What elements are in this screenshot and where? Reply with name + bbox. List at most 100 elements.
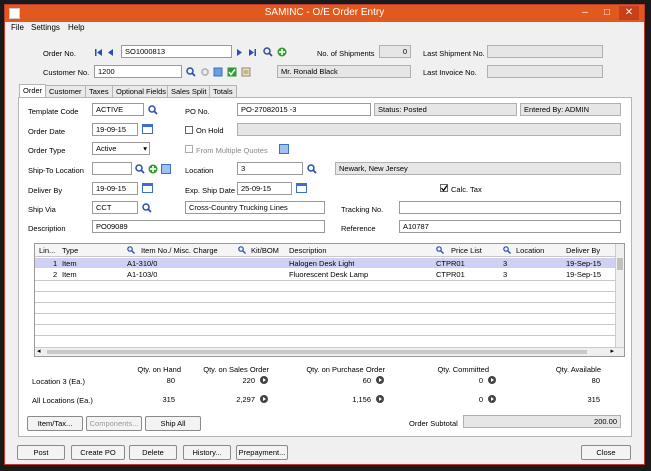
order-date-input[interactable]: 19-09-15 — [92, 123, 138, 136]
column-header-location[interactable]: Location — [516, 246, 544, 255]
ship-via-finder-icon[interactable] — [142, 203, 152, 213]
template-code-input[interactable]: ACTIVE — [92, 103, 144, 116]
qty-on-so-header: Qty. on Sales Order — [203, 365, 269, 374]
column-header-description[interactable]: Description — [289, 246, 327, 255]
close-button[interactable]: Close — [581, 445, 631, 460]
template-code-label: Template Code — [28, 107, 79, 116]
drilldown-icon[interactable] — [488, 395, 496, 403]
customer-no-input[interactable]: 1200 — [94, 65, 182, 78]
order-detail-grid[interactable]: Lin... Type Item No./ Misc. Charge Kit/B… — [34, 243, 625, 357]
new-order-icon[interactable] — [277, 47, 287, 57]
table-row[interactable]: 1 Item A1-310/0 Halogen Desk Light CTPR0… — [35, 258, 616, 268]
ship-to-input[interactable] — [92, 162, 132, 175]
menu-bar: File Settings Help — [5, 22, 644, 35]
calendar-icon[interactable] — [142, 183, 153, 193]
search-icon[interactable] — [503, 246, 511, 254]
drilldown-icon[interactable] — [260, 376, 268, 384]
on-hold-checkbox[interactable] — [185, 126, 193, 134]
components-button[interactable]: Components... — [86, 416, 142, 431]
previous-record-icon[interactable] — [106, 48, 115, 57]
scroll-thumb[interactable] — [47, 350, 587, 354]
tab-totals[interactable]: Totals — [209, 85, 237, 97]
exp-ship-input[interactable]: 25-09-15 — [237, 182, 292, 195]
shipments-label: No. of Shipments — [317, 49, 375, 58]
column-header-item-no[interactable]: Item No./ Misc. Charge — [141, 246, 218, 255]
post-button[interactable]: Post — [17, 445, 65, 460]
search-icon[interactable] — [127, 246, 135, 254]
tab-customer[interactable]: Customer — [45, 85, 86, 97]
location-finder-icon[interactable] — [307, 164, 317, 174]
create-po-button[interactable]: Create PO — [71, 445, 125, 460]
search-icon[interactable] — [436, 246, 444, 254]
qty-committed-header: Qty. Committed — [437, 365, 489, 374]
po-no-input[interactable]: PO-27082015 -3 — [237, 103, 371, 116]
add-ship-to-icon[interactable] — [148, 164, 158, 174]
tab-sales-split[interactable]: Sales Split — [167, 85, 211, 97]
ship-via-input[interactable]: CCT — [92, 201, 138, 214]
calc-tax-checkbox[interactable] — [440, 184, 448, 192]
row-divider — [35, 291, 616, 292]
menu-help[interactable]: Help — [68, 23, 84, 32]
order-no-input[interactable]: SO1000813 — [121, 45, 232, 58]
location-label: Location — [185, 166, 214, 175]
order-type-select[interactable]: Active ▾ — [92, 142, 150, 155]
ship-via-description[interactable]: Cross-Country Trucking Lines — [185, 201, 325, 214]
next-record-icon[interactable] — [235, 48, 244, 57]
tab-order[interactable]: Order — [19, 84, 47, 98]
customer-zoom-icon[interactable] — [200, 67, 210, 77]
calendar-icon[interactable] — [296, 183, 307, 193]
ship-to-finder-icon[interactable] — [135, 164, 145, 174]
scroll-left-icon[interactable]: ◂ — [37, 347, 41, 355]
window-title: SAMINC - O/E Order Entry — [264, 7, 385, 18]
location-input[interactable]: 3 — [237, 162, 303, 175]
close-window-button[interactable]: ✕ — [619, 6, 639, 20]
quotes-detail-icon[interactable] — [279, 144, 289, 154]
customer-notes-icon[interactable] — [241, 67, 251, 77]
maximize-button[interactable]: □ — [597, 6, 617, 20]
column-header-line[interactable]: Lin... — [39, 246, 55, 255]
description-label: Description — [28, 224, 66, 233]
row-divider — [35, 280, 616, 281]
column-header-deliver-by[interactable]: Deliver By — [566, 246, 600, 255]
column-header-kit-bom[interactable]: Kit/BOM — [251, 246, 279, 255]
search-icon[interactable] — [263, 47, 273, 57]
minimize-button[interactable]: – — [575, 6, 595, 20]
last-record-icon[interactable] — [248, 48, 257, 57]
scroll-thumb[interactable] — [617, 258, 623, 270]
grid-horizontal-scrollbar[interactable]: ◂ ▸ — [35, 347, 624, 356]
customer-finder-icon[interactable] — [186, 67, 196, 77]
description-input[interactable]: PO09089 — [92, 220, 325, 233]
delete-button[interactable]: Delete — [129, 445, 177, 460]
column-header-type[interactable]: Type — [62, 246, 78, 255]
from-quotes-checkbox[interactable] — [185, 145, 193, 153]
tab-taxes[interactable]: Taxes — [85, 85, 113, 97]
template-finder-icon[interactable] — [148, 105, 158, 115]
all-on-hand: 315 — [162, 395, 175, 404]
drilldown-icon[interactable] — [260, 395, 268, 403]
calendar-icon[interactable] — [142, 124, 153, 134]
drilldown-icon[interactable] — [376, 376, 384, 384]
scroll-right-icon[interactable]: ▸ — [610, 347, 614, 355]
reference-input[interactable]: A10787 — [399, 220, 621, 233]
row-item-no: A1-310/0 — [127, 259, 158, 268]
grid-vertical-scrollbar[interactable] — [615, 244, 624, 348]
ship-all-button[interactable]: Ship All — [145, 416, 201, 431]
drilldown-icon[interactable] — [376, 395, 384, 403]
check-credit-icon[interactable] — [227, 67, 237, 77]
ship-to-detail-icon[interactable] — [161, 164, 171, 174]
menu-settings[interactable]: Settings — [31, 23, 60, 32]
table-row[interactable]: 2 Item A1-103/0 Fluorescent Desk Lamp CT… — [35, 269, 616, 279]
history-button[interactable]: History... — [183, 445, 231, 460]
tracking-input[interactable] — [399, 201, 621, 214]
column-header-price-list[interactable]: Price List — [451, 246, 482, 255]
first-record-icon[interactable] — [94, 48, 103, 57]
item-tax-button[interactable]: Item/Tax... — [27, 416, 83, 431]
customer-detail-icon[interactable] — [213, 67, 223, 77]
ship-to-label: Ship-To Location — [28, 166, 84, 175]
prepayment-button[interactable]: Prepayment... — [236, 445, 288, 460]
menu-file[interactable]: File — [11, 23, 24, 32]
deliver-by-input[interactable]: 19-09-15 — [92, 182, 138, 195]
drilldown-icon[interactable] — [488, 376, 496, 384]
search-icon[interactable] — [238, 246, 246, 254]
tab-optional-fields[interactable]: Optional Fields — [112, 85, 171, 97]
